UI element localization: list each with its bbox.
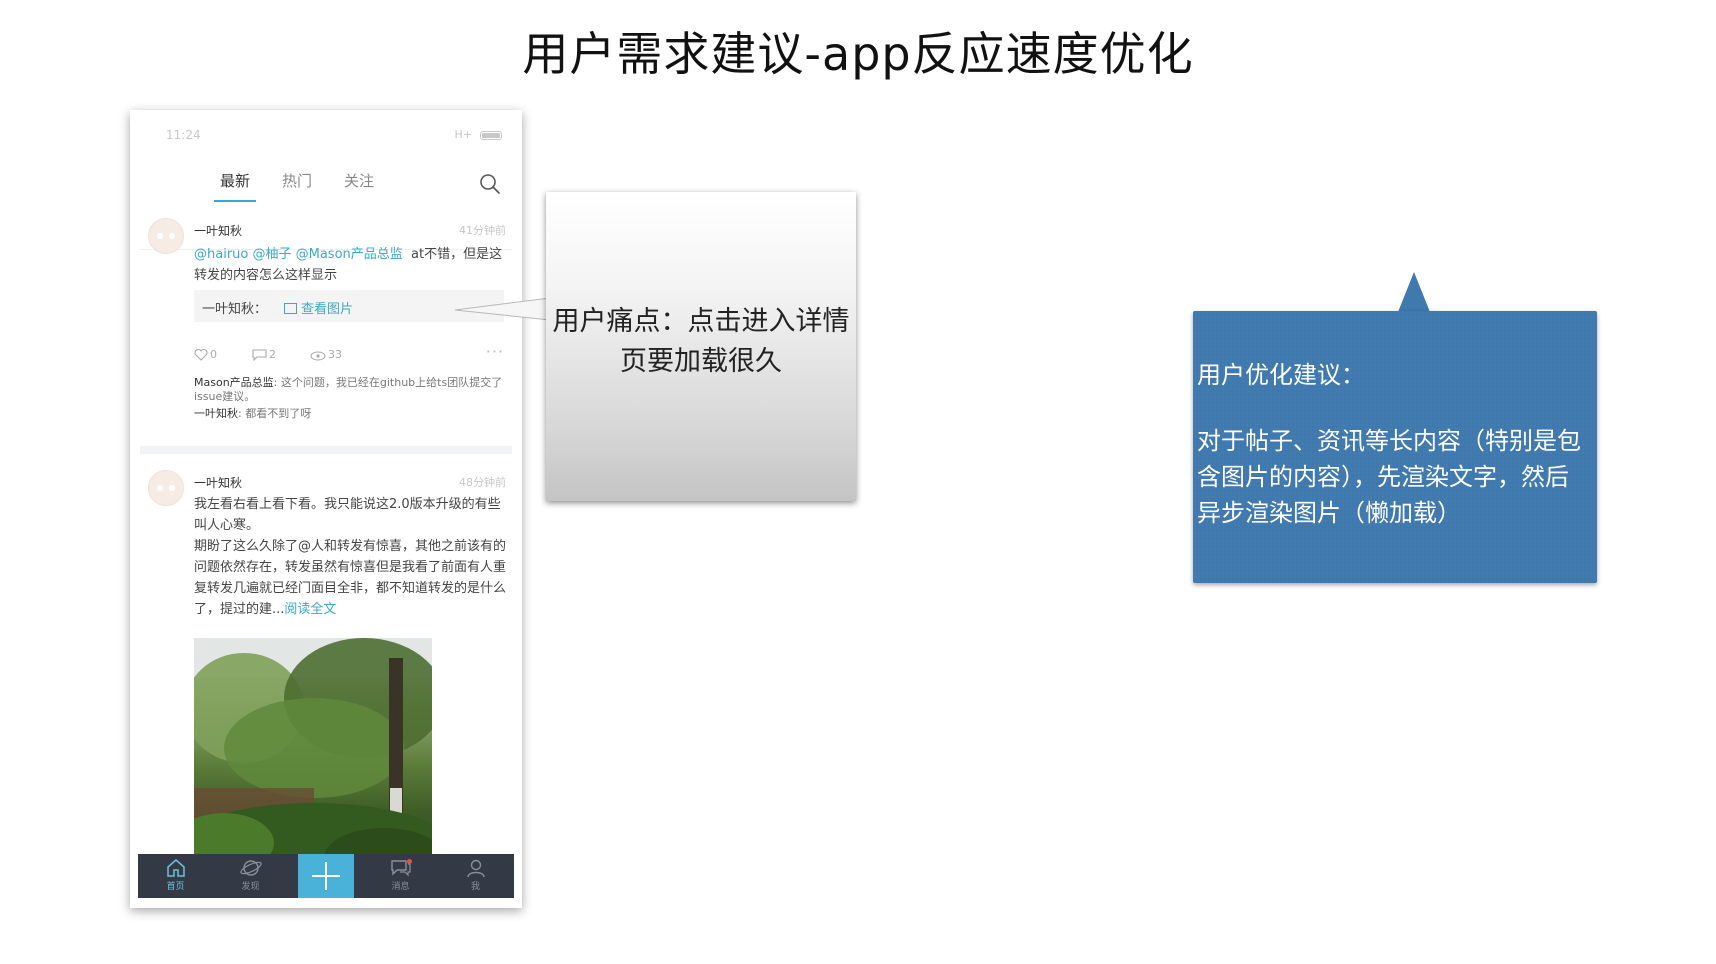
nav-label: 我 <box>470 882 480 892</box>
view-count-value: 33 <box>328 348 342 361</box>
discover-icon <box>239 860 262 876</box>
heart-icon <box>194 348 208 361</box>
pain-point-callout: 用户痛点：点击进入详情页要加载很久 <box>546 192 856 501</box>
phone-screenshot: 11:24 H+ 最新 热门 关注 一叶知秋 41分钟前 @hairuo @柚子… <box>130 110 522 908</box>
eye-icon <box>310 351 326 361</box>
suggestion-title: 用户优化建议： <box>1197 361 1365 389</box>
unread-badge <box>407 859 412 864</box>
suggestion-body: 对于帖子、资讯等长内容（特别是包含图片的内容），先渲染文字，然后异步渲染图片（懒… <box>1197 427 1581 527</box>
read-more-link[interactable]: 阅读全文 <box>284 602 336 617</box>
nav-discover[interactable]: 发现 <box>213 854 288 898</box>
status-bar: 11:24 H+ <box>130 110 522 146</box>
post-paragraph: 期盼了这么久除了@人和转发有惊喜，其他之前该有的问题依然存在，转发虽然有惊喜但是… <box>194 536 506 620</box>
network-indicator: H+ <box>454 128 473 141</box>
nav-messages[interactable]: 消息 <box>363 854 438 898</box>
more-icon[interactable]: ··· <box>486 342 504 361</box>
feed-tabs: 最新 热门 关注 <box>130 162 522 250</box>
comment-item: 一叶知秋: 都看不到了呀 <box>194 407 510 421</box>
nav-home[interactable]: 首页 <box>138 854 213 898</box>
battery-icon <box>480 131 502 140</box>
callout-pointer <box>1398 272 1430 312</box>
post-text-tail: at不错，但是这 <box>411 247 503 262</box>
pain-point-text: 用户痛点：点击进入详情页要加载很久 <box>552 306 850 377</box>
comment-author[interactable]: 一叶知秋 <box>194 407 238 420</box>
comment-icon <box>252 349 267 362</box>
image-icon <box>284 303 297 314</box>
post-mentions[interactable]: @hairuo @柚子 @Mason产品总监 <box>194 247 403 262</box>
comment-author[interactable]: Mason产品总监 <box>194 376 274 389</box>
tab-hot[interactable]: 热门 <box>282 170 312 198</box>
comment-text: : 都看不到了呀 <box>238 407 312 420</box>
feed-post[interactable]: 一叶知秋 48分钟前 我左看右看上看下看。我只能说这2.0版本升级的有些叫人心寒… <box>130 460 522 878</box>
comment-button[interactable]: 2 <box>252 348 276 362</box>
post-paragraph-text: 期盼了这么久除了@人和转发有惊喜，其他之前该有的问题依然存在，转发虽然有惊喜但是… <box>194 539 507 617</box>
nav-profile[interactable]: 我 <box>438 854 513 898</box>
post-username[interactable]: 一叶知秋 <box>194 474 242 491</box>
search-icon[interactable] <box>478 172 502 196</box>
status-time: 11:24 <box>166 128 201 142</box>
avatar[interactable] <box>148 470 184 506</box>
comment-count: 2 <box>269 348 276 361</box>
nav-label: 消息 <box>391 882 410 892</box>
view-count: 33 <box>310 348 342 361</box>
section-divider <box>140 446 512 454</box>
post-text-line2: 转发的内容怎么这样显示 <box>194 268 338 283</box>
home-icon <box>166 859 185 877</box>
suggestion-callout: 用户优化建议： 对于帖子、资讯等长内容（特别是包含图片的内容），先渲染文字，然后… <box>1193 311 1597 583</box>
view-image-label: 查看图片 <box>301 302 354 317</box>
post-text: 我左看右看上看下看。我只能说这2.0版本升级的有些叫人心寒。 期盼了这么久除了@… <box>194 494 506 620</box>
post-time: 41分钟前 <box>459 224 506 237</box>
post-username[interactable]: 一叶知秋 <box>194 222 242 239</box>
nav-label: 发现 <box>241 882 260 892</box>
avatar[interactable] <box>148 218 184 254</box>
nav-label: 首页 <box>166 882 185 892</box>
post-photo[interactable] <box>194 638 432 878</box>
profile-icon <box>466 859 485 878</box>
garden-photo-graphic <box>194 638 432 878</box>
like-count: 0 <box>210 348 217 361</box>
forward-name: 一叶知秋： <box>202 302 268 317</box>
tab-following[interactable]: 关注 <box>344 170 374 198</box>
post-text: @hairuo @柚子 @Mason产品总监 at不错，但是这 转发的内容怎么这… <box>194 244 506 286</box>
like-button[interactable]: 0 <box>194 348 217 361</box>
view-image-link[interactable]: 查看图片 <box>284 298 353 317</box>
comment-item: Mason产品总监: 这个问题，我已经在github上给ts团队提交了issue… <box>194 376 510 404</box>
tab-latest[interactable]: 最新 <box>213 170 257 202</box>
comments-preview: Mason产品总监: 这个问题，我已经在github上给ts团队提交了issue… <box>194 376 510 421</box>
post-paragraph: 我左看右看上看下看。我只能说这2.0版本升级的有些叫人心寒。 <box>194 497 501 533</box>
bottom-nav: 首页 发现 消息 我 <box>138 854 514 898</box>
slide-title: 用户需求建议-app反应速度优化 <box>522 27 1194 81</box>
callout-pointer <box>455 297 550 321</box>
add-post-button[interactable] <box>298 854 354 898</box>
post-time: 48分钟前 <box>459 476 506 489</box>
